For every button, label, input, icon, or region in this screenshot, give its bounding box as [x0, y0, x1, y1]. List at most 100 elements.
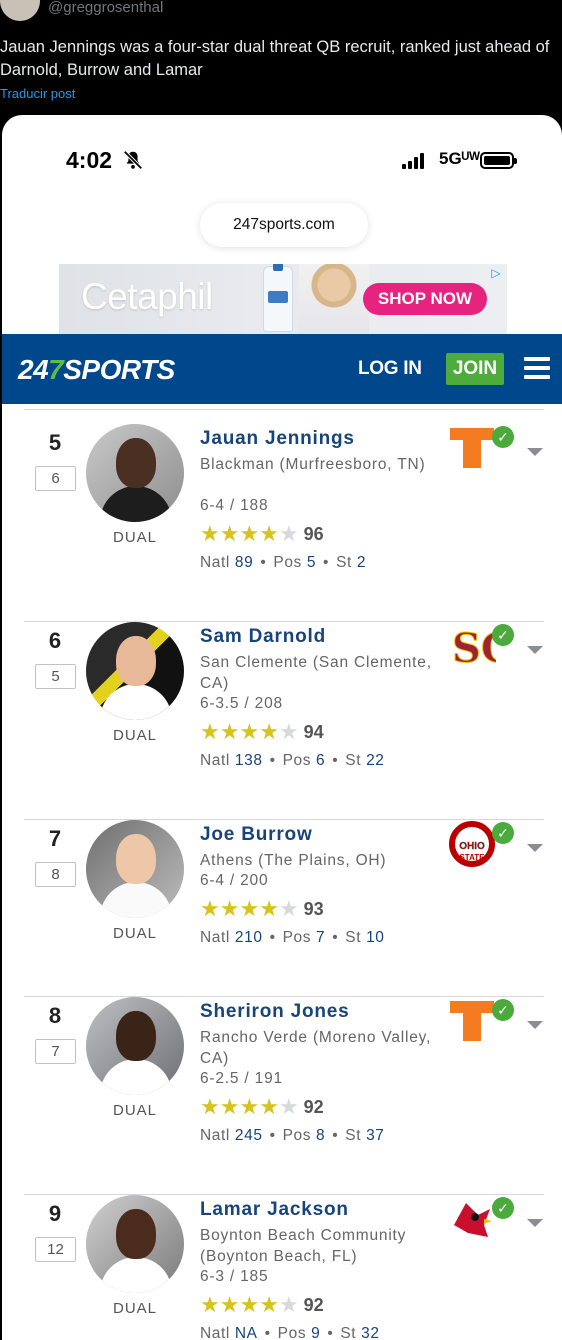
committed-check-icon: ✓	[492, 1197, 514, 1219]
position-label: DUAL	[112, 1102, 157, 1119]
state-rank-link[interactable]: 32	[361, 1325, 379, 1340]
pos-rank-link[interactable]: 9	[311, 1325, 320, 1340]
natl-label: Natl	[200, 554, 230, 571]
battery-icon	[480, 152, 517, 169]
natl-label: Natl	[200, 929, 230, 946]
rank-breakdown: Natl NA • Pos 9 • St 32	[200, 1325, 380, 1340]
louisville-logo-icon[interactable]	[448, 1195, 496, 1243]
star-filled-icon: ★	[219, 1292, 240, 1317]
state-rank-link[interactable]: 22	[366, 752, 384, 769]
star-filled-icon: ★	[200, 521, 220, 546]
separator: •	[332, 929, 339, 946]
state-rank-link[interactable]: 2	[357, 554, 366, 571]
hometown: Rancho Verde (Moreno Valley, CA)	[200, 1029, 432, 1067]
tweet-author[interactable]: @greggrosenthal	[0, 0, 163, 22]
star-filled-icon: ★	[239, 896, 260, 921]
login-link[interactable]: LOG IN	[358, 358, 422, 380]
tennessee-logo-icon[interactable]	[448, 424, 496, 472]
tennessee-logo-icon[interactable]	[448, 997, 496, 1045]
chevron-down-icon[interactable]	[527, 448, 543, 456]
player-photo[interactable]	[86, 997, 184, 1095]
rank-number: 7	[48, 826, 62, 851]
chevron-down-icon[interactable]	[527, 646, 543, 654]
logo-part: SPORTS	[63, 354, 175, 385]
star-filled-icon: ★	[259, 521, 279, 546]
browser-url-bar[interactable]: 247sports.com	[200, 203, 368, 247]
join-button[interactable]: JOIN	[446, 353, 504, 385]
player-photo[interactable]	[86, 424, 184, 522]
logo-part: 7	[48, 354, 64, 385]
player-name-link[interactable]: Joe Burrow	[200, 824, 313, 846]
natl-rank-link[interactable]: 245	[235, 1127, 263, 1144]
pos-label: Pos	[282, 1127, 312, 1144]
pos-rank-link[interactable]: 6	[316, 752, 325, 769]
separator: •	[264, 1325, 271, 1340]
translate-link[interactable]: Traducir post	[0, 86, 75, 101]
rating-score: 92	[303, 1294, 324, 1315]
star-rating: ★ ★ ★ ★ ★ 94	[200, 721, 324, 743]
star-filled-icon: ★	[200, 719, 220, 744]
usc-logo-icon[interactable]: SC	[448, 622, 514, 673]
rating-score: 93	[303, 898, 324, 919]
player-photo[interactable]	[86, 1195, 184, 1293]
star-empty-icon: ★	[278, 896, 299, 921]
player-name-link[interactable]: Lamar Jackson	[200, 1199, 349, 1221]
natl-label: Natl	[200, 1127, 230, 1144]
height-weight: 6-3 / 185	[200, 1268, 269, 1285]
rank-number: 6	[48, 628, 62, 653]
previous-rank: 12	[35, 1237, 76, 1262]
chevron-down-icon[interactable]	[527, 1021, 543, 1029]
ohio-state-logo-icon[interactable]: OHIO STATE	[448, 820, 496, 868]
star-filled-icon: ★	[219, 1094, 240, 1119]
pos-rank-link[interactable]: 8	[316, 1127, 325, 1144]
previous-rank: 8	[35, 862, 76, 887]
separator: •	[323, 554, 330, 571]
committed-check-icon: ✓	[492, 426, 514, 448]
avatar[interactable]	[0, 0, 40, 21]
star-filled-icon: ★	[259, 896, 279, 921]
separator: •	[269, 929, 276, 946]
position-label: DUAL	[112, 727, 157, 744]
phone-screenshot: 4:02 5Gᵁᵂ 247sports.com Cetaphil SHOP NO…	[2, 115, 562, 1340]
star-filled-icon: ★	[200, 1094, 220, 1119]
natl-rank-link[interactable]: NA	[235, 1325, 258, 1340]
player-photo[interactable]	[86, 622, 184, 720]
separator: •	[269, 752, 276, 769]
chevron-down-icon[interactable]	[527, 844, 543, 852]
height-weight: 6-4 / 188	[200, 497, 269, 514]
rank-breakdown: Natl 138 • Pos 6 • St 22	[200, 752, 385, 770]
player-name-link[interactable]: Sam Darnold	[200, 626, 326, 648]
state-rank-link[interactable]: 10	[366, 929, 384, 946]
adchoices-icon[interactable]: ▷	[489, 266, 503, 280]
ad-banner[interactable]: Cetaphil SHOP NOW ▷	[59, 264, 507, 334]
natl-rank-link[interactable]: 89	[235, 554, 253, 571]
st-label: St	[336, 554, 352, 571]
rating-score: 96	[303, 523, 324, 544]
menu-icon[interactable]	[524, 357, 550, 379]
player-name-link[interactable]: Sheriron Jones	[200, 1001, 350, 1023]
player-photo[interactable]	[86, 820, 184, 918]
site-header: 247SPORTS LOG IN JOIN	[2, 334, 562, 404]
pos-rank-link[interactable]: 7	[316, 929, 325, 946]
tweet-header: @greggrosenthal Jauan Jennings was a fou…	[0, 0, 562, 120]
hometown: San Clemente (San Clemente, CA)	[200, 654, 432, 692]
shop-now-button[interactable]: SHOP NOW	[363, 283, 487, 315]
star-filled-icon: ★	[239, 1094, 260, 1119]
star-rating: ★ ★ ★ ★ ★ 96	[200, 523, 324, 545]
chevron-down-icon[interactable]	[527, 1219, 543, 1227]
state-rank-link[interactable]: 37	[366, 1127, 384, 1144]
star-filled-icon: ★	[219, 521, 240, 546]
natl-label: Natl	[200, 1325, 230, 1340]
previous-rank: 7	[35, 1039, 76, 1064]
author-handle[interactable]: @greggrosenthal	[48, 0, 163, 16]
player-name-link[interactable]: Jauan Jennings	[200, 428, 355, 450]
position-label: DUAL	[112, 529, 157, 546]
rank-number: 8	[48, 1003, 62, 1028]
natl-rank-link[interactable]: 210	[235, 929, 263, 946]
hometown: Blackman (Murfreesboro, TN)	[200, 456, 426, 473]
pos-rank-link[interactable]: 5	[307, 554, 316, 571]
pos-label: Pos	[273, 554, 302, 571]
star-filled-icon: ★	[200, 1292, 220, 1317]
natl-rank-link[interactable]: 138	[235, 752, 263, 769]
247sports-logo[interactable]: 247SPORTS	[18, 354, 175, 386]
